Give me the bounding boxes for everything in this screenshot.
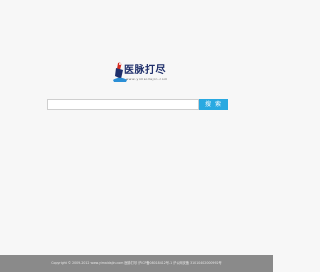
footer: Copyright © 2009-2012 www.yimaidajin.com… [0,255,273,272]
logo-domain: www.yimaidajin.com [126,77,168,81]
footer-copyright: Copyright © 2009-2012 www.yimaidajin.com… [51,261,222,265]
search-input[interactable] [47,99,199,110]
search-button[interactable]: 搜 索 [199,99,228,110]
logo-name: 医脉打尽 [124,65,166,76]
site-logo[interactable]: 医脉打尽 www.yimaidajin.com [111,61,191,85]
